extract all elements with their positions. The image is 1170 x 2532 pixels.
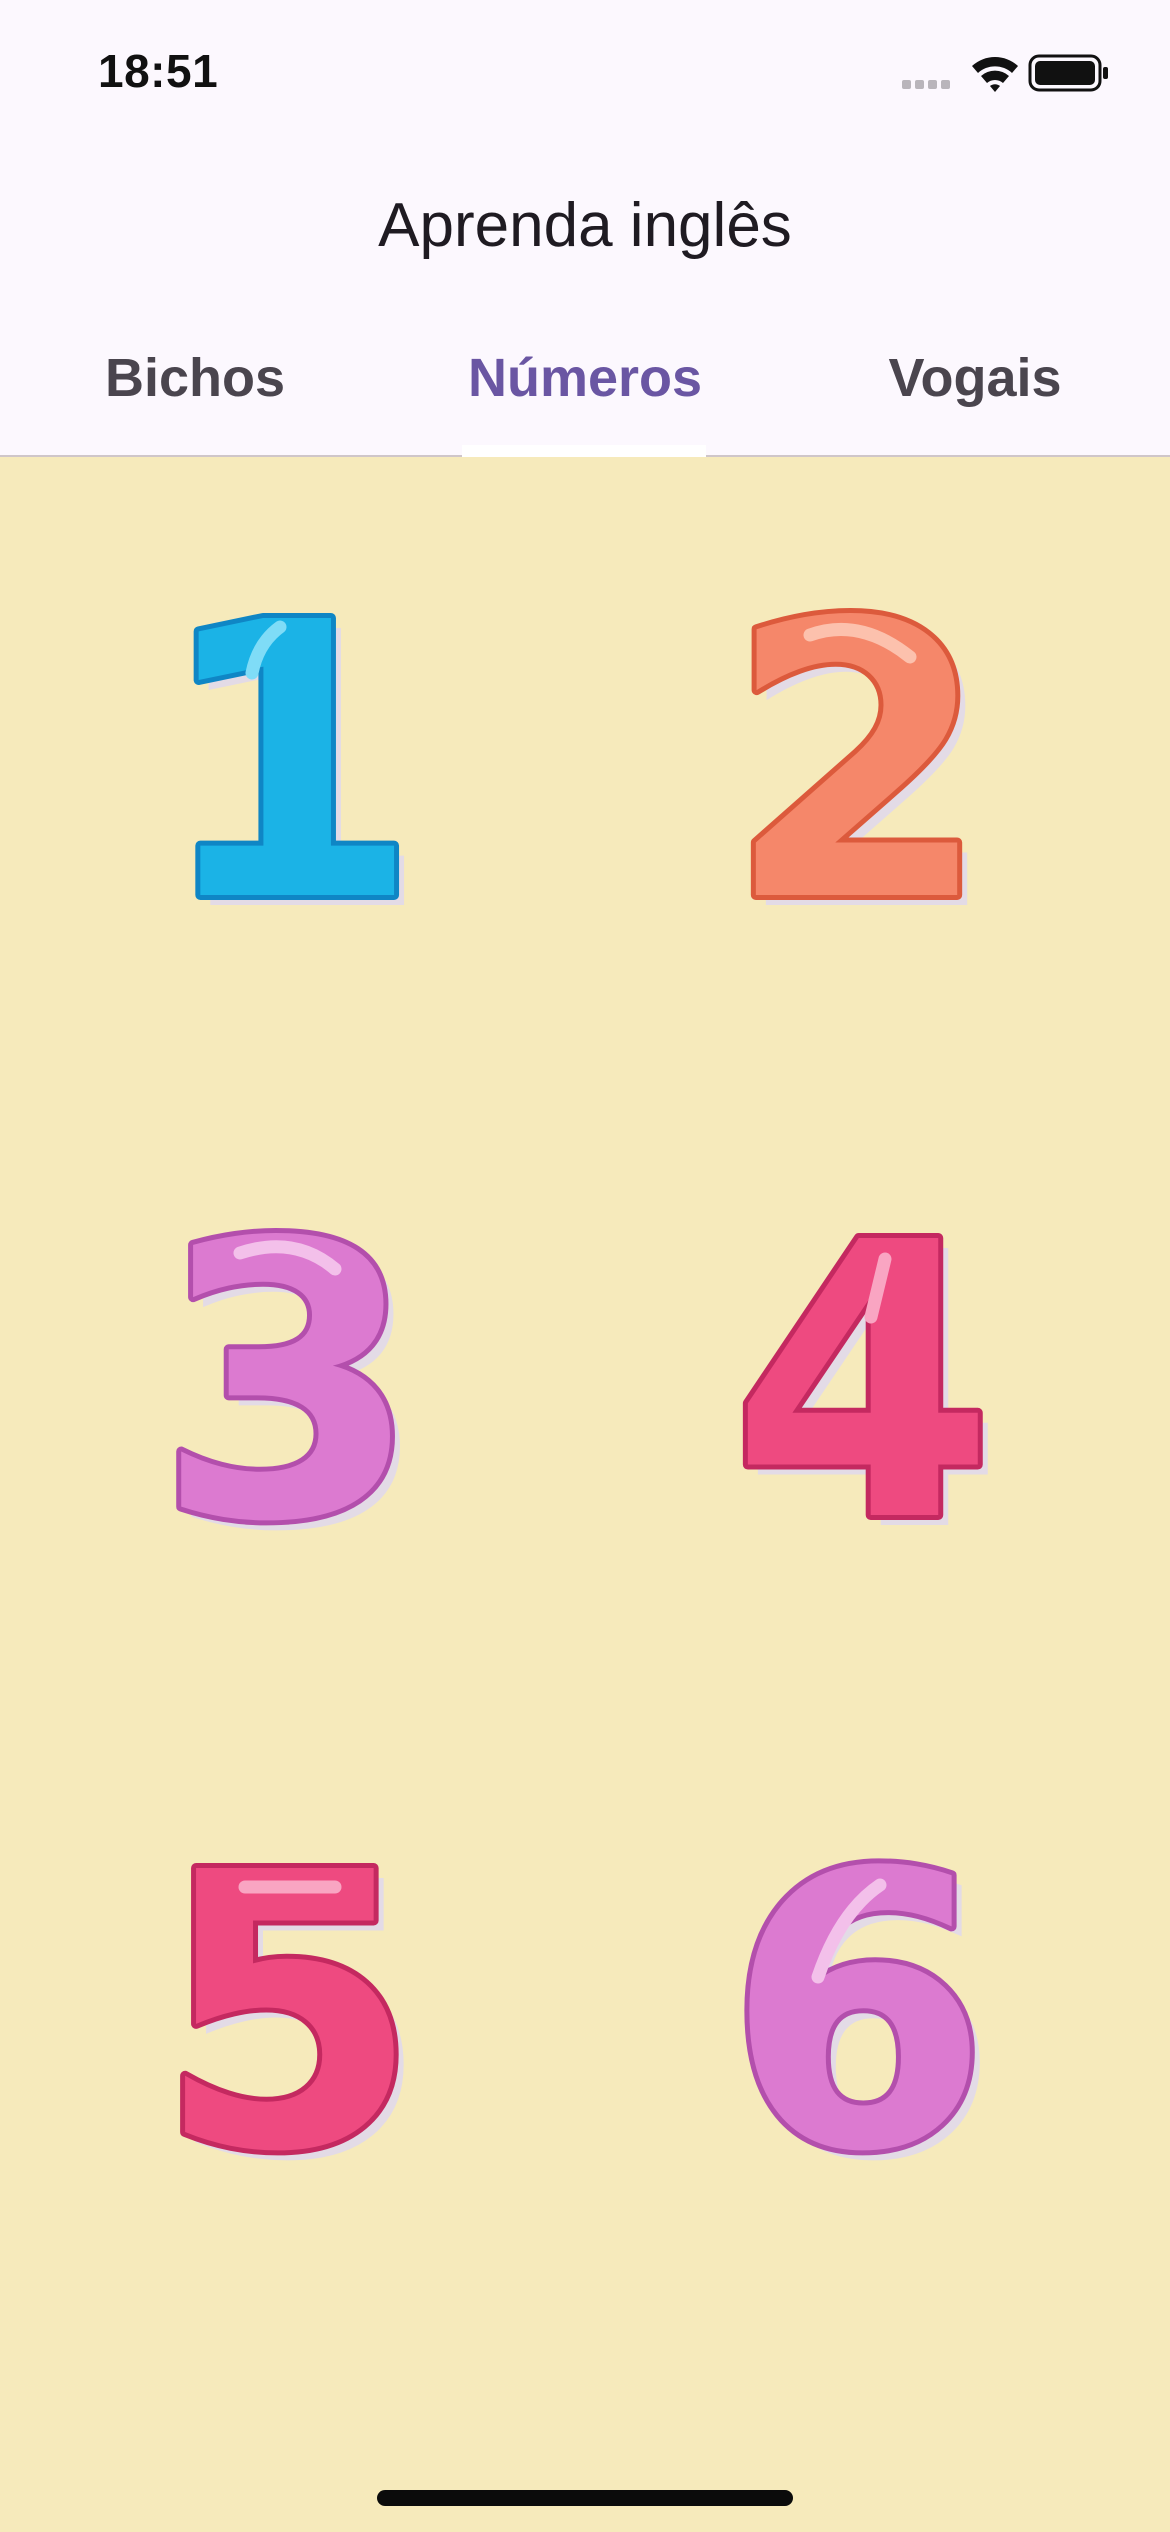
tab-bar: Bichos Números Vogais (0, 335, 1170, 457)
numbers-grid: 1 1 2 2 3 3 4 4 5 5 6 6 (0, 457, 1170, 2532)
number-4-glyph: 4 (731, 1207, 995, 1587)
number-2-card[interactable]: 2 2 (585, 457, 1170, 1087)
number-5-glyph: 5 (156, 1837, 420, 2217)
tab-vogais[interactable]: Vogais (780, 335, 1170, 457)
number-3-glyph: 3 (156, 1207, 420, 1587)
number-1-icon: 1 1 (151, 587, 430, 967)
wifi-icon (972, 57, 1018, 92)
number-1-card[interactable]: 1 1 (0, 457, 585, 1087)
battery-icon (1028, 54, 1108, 92)
status-time: 18:51 (98, 45, 219, 97)
active-tab-indicator (462, 445, 706, 457)
number-4-icon: 4 4 (726, 1207, 1005, 1587)
number-5-card[interactable]: 5 5 (0, 1717, 585, 2347)
number-3-card[interactable]: 3 3 (0, 1087, 585, 1717)
number-4-card[interactable]: 4 4 (585, 1087, 1170, 1717)
number-6-icon: 6 6 (721, 1837, 1000, 2217)
number-2-glyph: 2 (726, 587, 990, 967)
number-6-card[interactable]: 6 6 (585, 1717, 1170, 2347)
number-3-icon: 3 3 (151, 1207, 430, 1587)
home-indicator[interactable] (377, 2490, 793, 2506)
number-5-icon: 5 5 (151, 1837, 430, 2217)
number-2-icon: 2 2 (721, 587, 1000, 967)
tab-bichos[interactable]: Bichos (0, 335, 390, 457)
status-icons (902, 50, 1122, 96)
number-1-glyph: 1 (156, 587, 420, 967)
number-6-glyph: 6 (726, 1837, 990, 2217)
app-header: 18:51 Aprenda inglês Bichos Números Voga… (0, 0, 1170, 457)
tab-numeros[interactable]: Números (390, 335, 780, 457)
cellular-signal-icon (902, 80, 950, 89)
page-title: Aprenda inglês (378, 191, 792, 260)
